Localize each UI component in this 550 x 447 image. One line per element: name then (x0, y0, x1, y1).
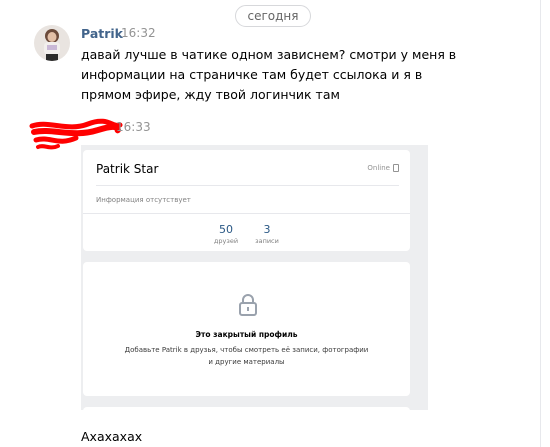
chat-panel-border (540, 0, 541, 447)
stat-label: друзей (213, 237, 239, 245)
profile-info-text: Информация отсутствует (96, 196, 191, 204)
message-timestamp[interactable]: 16:33 (116, 120, 151, 134)
online-status-label: Online (367, 164, 390, 172)
divider (96, 185, 399, 186)
phone-icon (393, 164, 399, 172)
stat-friends: 50 друзей (206, 223, 246, 246)
profile-card: Patrik Star Online Информация отсутствуе… (83, 150, 410, 251)
lock-icon (239, 294, 257, 316)
online-status: Online (367, 164, 399, 172)
profile-card-fragment (83, 407, 410, 410)
stat-label: записи (255, 237, 279, 245)
message-author-link[interactable]: Patrik (81, 26, 123, 41)
stat-posts: 3 записи (247, 223, 287, 246)
profile-name: Patrik Star (96, 162, 159, 176)
avatar[interactable] (34, 25, 70, 61)
closed-profile-title: Это закрытый профиль (195, 330, 298, 339)
divider (83, 213, 410, 214)
message-text: давай лучше в чатике одном зависнем? смо… (81, 47, 457, 102)
message-text: Ахахахах (81, 429, 143, 444)
closed-profile-card: Это закрытый профиль Добавьте Patrik в д… (83, 262, 410, 396)
stat-value: 3 (263, 223, 271, 236)
attached-screenshot[interactable]: Patrik Star Online Информация отсутствуе… (81, 145, 428, 410)
date-separator: сегодня (235, 5, 311, 27)
closed-profile-description: Добавьте Patrik в друзья, чтобы смотреть… (124, 346, 369, 366)
message-timestamp[interactable]: 16:32 (121, 26, 156, 40)
stat-value: 50 (219, 223, 233, 236)
